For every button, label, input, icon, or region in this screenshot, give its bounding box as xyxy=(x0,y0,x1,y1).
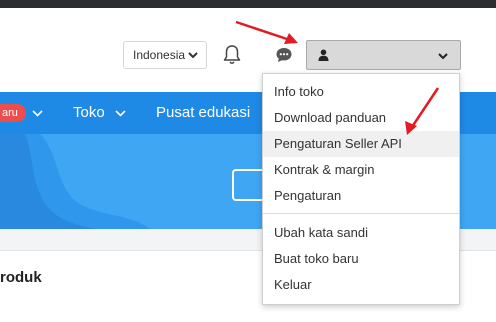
account-menu-button[interactable] xyxy=(306,40,461,70)
top-strip xyxy=(0,0,496,8)
menu-item-pengaturan[interactable]: Pengaturan xyxy=(263,183,459,209)
nav-item-pusat-edukasi[interactable]: Pusat edukasi xyxy=(156,103,250,123)
account-dropdown-menu: Info toko Download panduan Pengaturan Se… xyxy=(262,73,460,305)
nav-item-toko[interactable]: Toko xyxy=(73,103,105,123)
chevron-down-icon[interactable] xyxy=(115,108,126,118)
chevron-down-icon xyxy=(438,53,448,60)
menu-divider xyxy=(263,213,459,214)
bell-icon[interactable] xyxy=(222,44,242,66)
new-badge: aru xyxy=(0,104,26,122)
language-selector[interactable]: Indonesia xyxy=(123,41,207,69)
menu-item-ubah-kata-sandi[interactable]: Ubah kata sandi xyxy=(263,220,459,246)
menu-item-pengaturan-seller-api[interactable]: Pengaturan Seller API xyxy=(263,131,459,157)
chevron-down-icon xyxy=(188,52,198,59)
chevron-down-icon[interactable] xyxy=(32,108,43,118)
menu-item-kontrak-margin[interactable]: Kontrak & margin xyxy=(263,157,459,183)
menu-item-buat-toko-baru[interactable]: Buat toko baru xyxy=(263,246,459,272)
card-title: roduk xyxy=(0,269,42,286)
user-icon xyxy=(318,49,329,61)
menu-item-download-panduan[interactable]: Download panduan xyxy=(263,105,459,131)
menu-item-keluar[interactable]: Keluar xyxy=(263,272,459,298)
chat-icon[interactable] xyxy=(275,46,293,64)
menu-item-info-toko[interactable]: Info toko xyxy=(263,79,459,105)
language-label: Indonesia xyxy=(133,48,186,62)
